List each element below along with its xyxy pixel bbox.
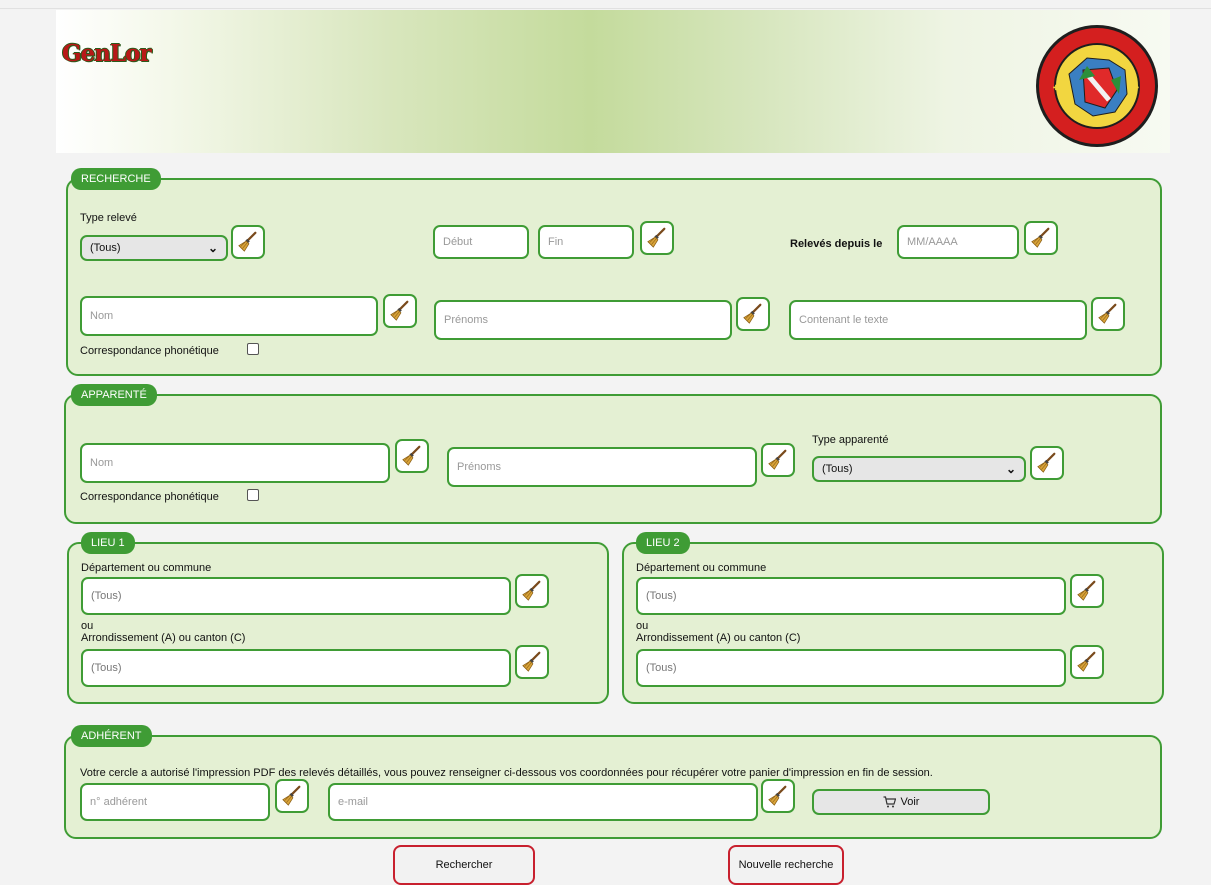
- lieu2-legend: LIEU 2: [636, 532, 690, 554]
- broom-icon: [1076, 651, 1098, 673]
- svg-text:✚: ✚: [1053, 83, 1059, 92]
- lieu2-arr-input[interactable]: (Tous): [636, 649, 1066, 687]
- debut-input[interactable]: Début: [433, 225, 529, 259]
- clear-type-apparente-button[interactable]: [1030, 446, 1064, 480]
- nom-input[interactable]: Nom: [80, 296, 378, 336]
- fin-input[interactable]: Fin: [538, 225, 634, 259]
- apparente-phonetique-label: Correspondance phonétique: [80, 491, 219, 503]
- clear-lieu1-arr-button[interactable]: [515, 645, 549, 679]
- page-header: GenLor ✚ ✚: [56, 10, 1170, 153]
- broom-icon: [646, 227, 668, 249]
- voir-label: Voir: [900, 796, 920, 808]
- broom-icon: [389, 300, 411, 322]
- broom-icon: [281, 785, 303, 807]
- svg-text:✚: ✚: [1133, 83, 1139, 92]
- cart-icon: [883, 796, 896, 808]
- clear-lieu2-dept-button[interactable]: [1070, 574, 1104, 608]
- broom-icon: [1030, 227, 1052, 249]
- broom-icon: [521, 580, 543, 602]
- clear-prenoms-button[interactable]: [736, 297, 770, 331]
- adherent-info-text: Votre cercle a autorisé l'impression PDF…: [80, 767, 933, 779]
- broom-icon: [1076, 580, 1098, 602]
- clear-type-releve-button[interactable]: [231, 225, 265, 259]
- lieu1-arr-input[interactable]: (Tous): [81, 649, 511, 687]
- clear-texte-button[interactable]: [1091, 297, 1125, 331]
- lieu1-fieldset: LIEU 1 Département ou commune (Tous) ou …: [67, 532, 609, 704]
- type-releve-label: Type relevé: [80, 212, 137, 224]
- lieu2-dept-label: Département ou commune: [636, 562, 767, 574]
- apparente-nom-input[interactable]: Nom: [80, 443, 390, 483]
- broom-icon: [1036, 452, 1058, 474]
- broom-icon: [767, 785, 789, 807]
- clear-apparente-nom-button[interactable]: [395, 439, 429, 473]
- broom-icon: [767, 449, 789, 471]
- lieu2-arr-label: Arrondissement (A) ou canton (C): [636, 632, 801, 644]
- rechercher-button[interactable]: Rechercher: [393, 845, 535, 885]
- broom-icon: [521, 651, 543, 673]
- lieu1-dept-label: Département ou commune: [81, 562, 212, 574]
- clear-email-button[interactable]: [761, 779, 795, 813]
- phonetique-checkbox[interactable]: [247, 343, 259, 355]
- type-releve-value: (Tous): [90, 242, 121, 254]
- phonetique-label: Correspondance phonétique: [80, 345, 219, 357]
- lieu2-fieldset: LIEU 2 Département ou commune (Tous) ou …: [622, 532, 1164, 704]
- recherche-legend: RECHERCHE: [71, 168, 161, 190]
- adherent-legend: ADHÉRENT: [71, 725, 152, 747]
- lieu1-ou-label: ou: [81, 620, 94, 632]
- recherche-fieldset: RECHERCHE Type relevé (Tous) ⌄ Début Fin…: [66, 168, 1162, 376]
- type-apparente-select[interactable]: (Tous) ⌄: [812, 456, 1026, 482]
- type-apparente-value: (Tous): [822, 463, 853, 475]
- releves-depuis-input[interactable]: MM/AAAA: [897, 225, 1019, 259]
- nouvelle-recherche-button[interactable]: Nouvelle recherche: [728, 845, 844, 885]
- apparente-fieldset: APPARENTÉ Nom Prénoms Type apparenté (To…: [64, 384, 1162, 524]
- apparente-phonetique-checkbox[interactable]: [247, 489, 259, 501]
- broom-icon: [742, 303, 764, 325]
- numero-adherent-input[interactable]: n° adhérent: [80, 783, 270, 821]
- type-apparente-label: Type apparenté: [812, 434, 889, 446]
- clear-depuis-button[interactable]: [1024, 221, 1058, 255]
- type-releve-select[interactable]: (Tous) ⌄: [80, 235, 228, 261]
- genlor-logo[interactable]: GenLor: [62, 40, 152, 67]
- clear-nom-button[interactable]: [383, 294, 417, 328]
- broom-icon: [401, 445, 423, 467]
- clear-apparente-prenoms-button[interactable]: [761, 443, 795, 477]
- chevron-down-icon: ⌄: [207, 241, 218, 255]
- releves-depuis-label: Relevés depuis le: [790, 238, 883, 250]
- top-divider: [0, 8, 1211, 9]
- lieu1-legend: LIEU 1: [81, 532, 135, 554]
- lieu2-dept-input[interactable]: (Tous): [636, 577, 1066, 615]
- ucgl-seal-logo: ✚ ✚: [1036, 25, 1158, 147]
- clear-numero-button[interactable]: [275, 779, 309, 813]
- chevron-down-icon: ⌄: [1005, 462, 1016, 476]
- lieu1-arr-label: Arrondissement (A) ou canton (C): [81, 632, 246, 644]
- broom-icon: [1097, 303, 1119, 325]
- clear-dates-button[interactable]: [640, 221, 674, 255]
- broom-icon: [237, 231, 259, 253]
- contenant-texte-input[interactable]: Contenant le texte: [789, 300, 1087, 340]
- lieu2-ou-label: ou: [636, 620, 649, 632]
- apparente-prenoms-input[interactable]: Prénoms: [447, 447, 757, 487]
- clear-lieu1-dept-button[interactable]: [515, 574, 549, 608]
- lieu1-dept-input[interactable]: (Tous): [81, 577, 511, 615]
- voir-panier-button[interactable]: Voir: [812, 789, 990, 815]
- prenoms-input[interactable]: Prénoms: [434, 300, 732, 340]
- email-input[interactable]: e-mail: [328, 783, 758, 821]
- clear-lieu2-arr-button[interactable]: [1070, 645, 1104, 679]
- apparente-legend: APPARENTÉ: [71, 384, 157, 406]
- adherent-fieldset: ADHÉRENT Votre cercle a autorisé l'impre…: [64, 725, 1162, 839]
